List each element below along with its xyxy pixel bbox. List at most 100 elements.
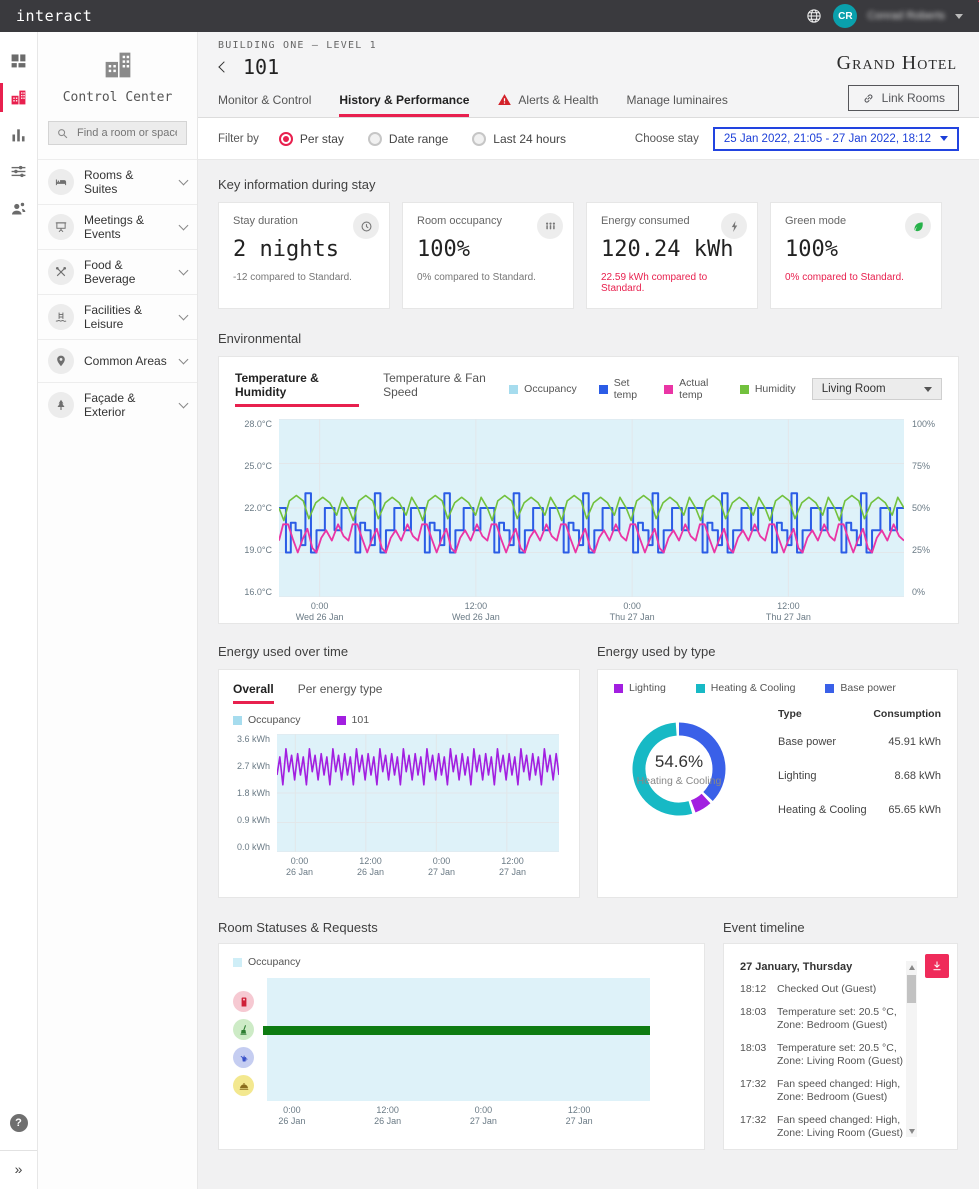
chevron-down-icon: [179, 266, 189, 276]
filter-option-date-range[interactable]: Date range: [368, 132, 448, 146]
sidebar-item-meetings-events[interactable]: Meetings & Events: [38, 204, 197, 249]
rail-reports-icon[interactable]: [0, 116, 38, 153]
tab-label: Alerts & Health: [518, 93, 598, 107]
table-cell-consumption: 45.91 kWh: [888, 736, 941, 748]
event-text: Fan speed changed: High, Zone: Living Ro…: [777, 1114, 907, 1141]
choose-stay-select[interactable]: 25 Jan 2022, 21:05 - 27 Jan 2022, 18:12: [713, 127, 959, 151]
scroll-up-icon[interactable]: [906, 961, 917, 973]
legend-swatch: [825, 684, 834, 693]
tab-monitor-control[interactable]: Monitor & Control: [218, 93, 311, 117]
legend-label: Set temp: [614, 377, 642, 401]
kpi-value: 100%: [417, 237, 559, 262]
legend-swatch: [509, 385, 518, 394]
rail-spaces-icon[interactable]: [0, 79, 38, 116]
table-row: Heating & Cooling65.65 kWh: [778, 804, 941, 816]
legend-item-base-power: Base power: [825, 682, 895, 694]
rail-users-icon[interactable]: [0, 190, 38, 227]
room-statuses-chart: [267, 978, 650, 1101]
legend-item-set-temp: Set temp: [599, 377, 642, 401]
rail-settings-icon[interactable]: [0, 153, 38, 190]
download-icon: [930, 959, 944, 973]
tab-label: Manage luminaires: [626, 93, 727, 107]
legend-label: Humidity: [755, 383, 796, 395]
y-tick-label: 3.6 kWh: [233, 734, 270, 744]
help-icon[interactable]: ?: [10, 1114, 28, 1132]
x-tick-label: 12:0027 Jan: [499, 856, 526, 878]
sidebar-item-label: Façade & Exterior: [84, 391, 170, 419]
room-statuses-legend: Occupancy: [233, 956, 690, 968]
chevron-down-icon: [179, 311, 189, 321]
tab-temperature-fan-speed[interactable]: Temperature & Fan Speed: [383, 371, 509, 407]
room-search[interactable]: [48, 121, 187, 145]
legend-label: Heating & Cooling: [711, 682, 796, 694]
sidebar-item-label: Meetings & Events: [84, 213, 170, 241]
y-tick-label: 2.7 kWh: [233, 761, 270, 771]
rail-dashboard-icon[interactable]: [0, 42, 38, 79]
y-tick-label: 0.9 kWh: [233, 815, 270, 825]
legend-swatch: [696, 684, 705, 693]
search-input[interactable]: [75, 126, 179, 140]
x-tick-label: 0:0026 Jan: [278, 1105, 305, 1127]
back-button[interactable]: [218, 61, 230, 73]
env-y-axis-right: 100%75%50%25%0%: [904, 419, 942, 597]
user-menu-chevron-icon[interactable]: [955, 14, 963, 19]
room-statuses-title: Room Statuses & Requests: [218, 920, 705, 935]
energy-type-table: Type Consumption Base power45.91 kWhLigh…: [778, 708, 941, 838]
x-tick-label: 0:0027 Jan: [428, 856, 455, 878]
avatar[interactable]: CR: [833, 4, 857, 28]
tab-overall[interactable]: Overall: [233, 682, 274, 704]
energy-over-time-card: OverallPer energy type Occupancy101 3.6 …: [218, 669, 580, 898]
language-globe-icon[interactable]: [805, 7, 823, 25]
breadcrumb: BUILDING ONE – LEVEL 1: [218, 40, 959, 51]
tab-alerts-health[interactable]: Alerts & Health: [497, 92, 598, 117]
tab-temperature-humidity[interactable]: Temperature & Humidity: [235, 371, 359, 407]
legend-swatch: [233, 716, 242, 725]
key-info-cards: Stay duration2 nights-12 compared to Sta…: [218, 202, 959, 309]
alert-icon: [497, 92, 512, 107]
legend-swatch: [664, 385, 673, 394]
sidebar-item-label: Common Areas: [84, 354, 170, 368]
ebt-rows: Base power45.91 kWhLighting8.68 kWhHeati…: [778, 736, 941, 816]
y-tick-label: 25%: [912, 545, 942, 555]
tab-history-performance[interactable]: History & Performance: [339, 93, 469, 117]
eot-x-axis: 0:0026 Jan12:0026 Jan0:0027 Jan12:0027 J…: [281, 856, 565, 882]
sidebar-item-fa-ade-exterior[interactable]: Façade & Exterior: [38, 382, 197, 427]
rs-x-axis: 0:0026 Jan12:0026 Jan0:0027 Jan12:0027 J…: [267, 1105, 650, 1131]
legend-item-occupancy: Occupancy: [509, 383, 577, 395]
legend-item-lighting: Lighting: [614, 682, 666, 694]
expand-sidebar-icon[interactable]: »: [15, 1151, 23, 1189]
tab-manage-luminaires[interactable]: Manage luminaires: [626, 93, 727, 117]
chevron-down-icon: [179, 176, 189, 186]
sidebar-item-common-areas[interactable]: Common Areas: [38, 339, 197, 382]
tab-label: Monitor & Control: [218, 93, 311, 107]
zone-select[interactable]: Living Room: [812, 378, 942, 400]
sidebar-item-label: Rooms & Suites: [84, 168, 170, 196]
pool-icon: [48, 304, 74, 330]
service-icon: [233, 1047, 254, 1068]
leaf-icon: [905, 213, 931, 239]
legend-swatch: [599, 385, 608, 394]
scroll-down-icon[interactable]: [906, 1125, 917, 1137]
sidebar-item-label: Facilities & Leisure: [84, 303, 170, 331]
kpi-value: 100%: [785, 237, 927, 262]
page-title: 101: [243, 55, 279, 79]
link-rooms-button[interactable]: Link Rooms: [848, 85, 959, 111]
filter-option-last-24-hours[interactable]: Last 24 hours: [472, 132, 566, 146]
radio-icon: [472, 132, 486, 146]
download-button[interactable]: [925, 954, 949, 978]
filter-option-per-stay[interactable]: Per stay: [279, 132, 344, 146]
scrollbar-thumb[interactable]: [907, 975, 916, 1003]
legend-swatch: [337, 716, 346, 725]
event-scrollbar[interactable]: [906, 961, 917, 1137]
sidebar-item-food-beverage[interactable]: Food & Beverage: [38, 249, 197, 294]
legend-label: Occupancy: [248, 956, 301, 968]
y-tick-label: 16.0°C: [235, 587, 272, 597]
sidebar-item-rooms-suites[interactable]: Rooms & Suites: [38, 159, 197, 204]
sidebar-item-facilities-leisure[interactable]: Facilities & Leisure: [38, 294, 197, 339]
sidebar-item-label: Food & Beverage: [84, 258, 170, 286]
energy-over-time-title: Energy used over time: [218, 644, 580, 659]
event-time: 17:32: [740, 1150, 768, 1151]
environmental-card: Temperature & Humidity Temperature & Fan …: [218, 356, 959, 624]
tab-per-energy-type[interactable]: Per energy type: [298, 682, 383, 704]
y-tick-label: 22.0°C: [235, 503, 272, 513]
